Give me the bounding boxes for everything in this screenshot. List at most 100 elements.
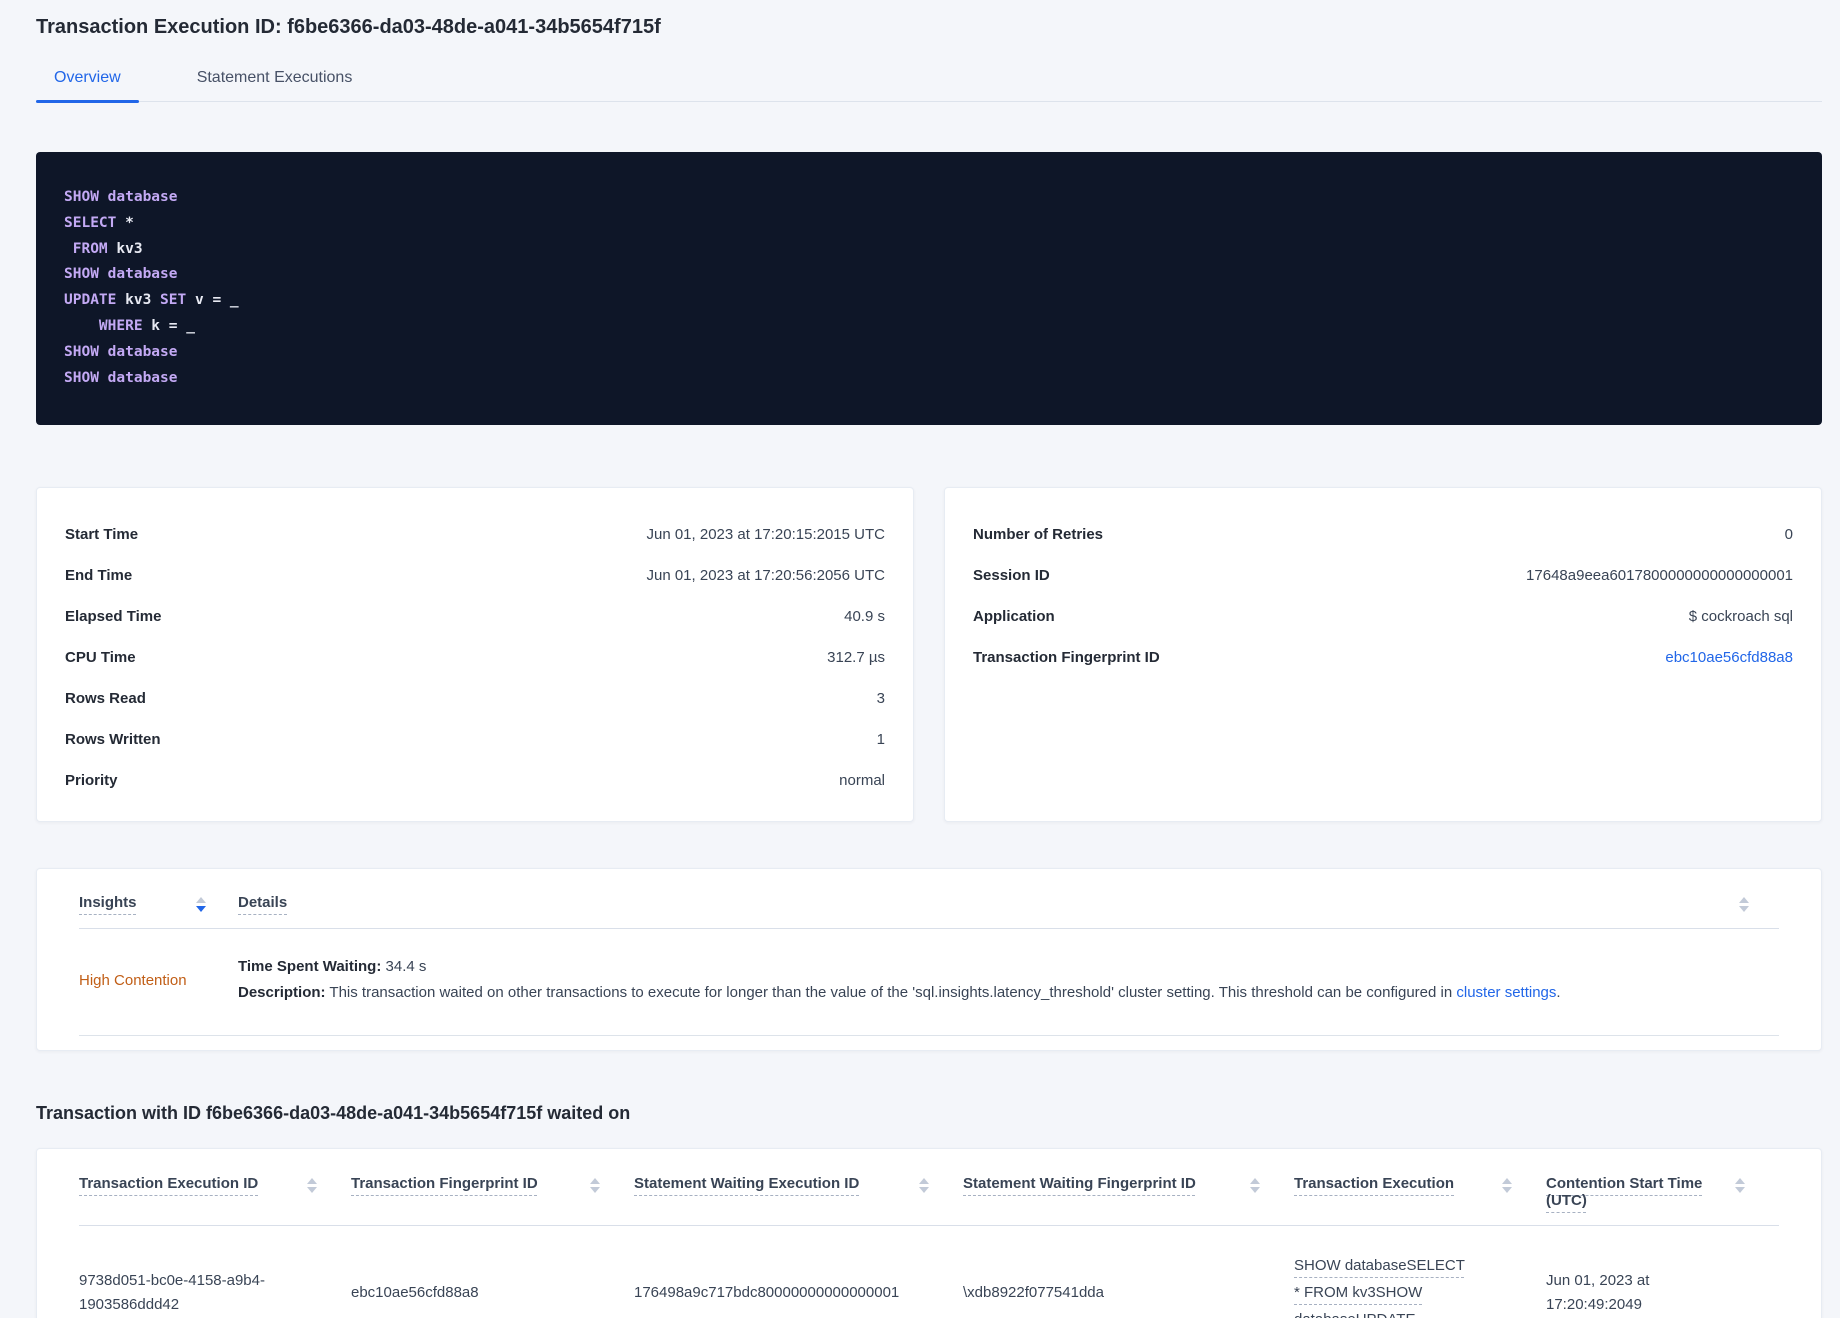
sort-icon[interactable] [1739,894,1749,913]
txn-fingerprint-id-column-label[interactable]: Transaction Fingerprint ID [351,1175,538,1192]
insights-table: Insights Details High Contention Time Sp… [36,868,1822,1052]
insight-type-badge: High Contention [79,971,187,989]
summary-row-session-id: Session ID 17648a9eea6017800000000000000… [973,564,1793,588]
stmt-waiting-fingerprint-id-column-label[interactable]: Statement Waiting Fingerprint ID [963,1175,1196,1192]
insight-row: High Contention Time Spent Waiting: 34.4… [79,929,1779,1037]
cell-stmt-waiting-fingerprint-id: \xdb8922f077541dda [963,1281,1294,1305]
sql-line: WHERE k = _ [64,314,1794,340]
sql-text: kv3 [116,292,161,309]
transaction-details-page: Transaction Execution ID: f6be6366-da03-… [0,0,1840,1318]
stmt-waiting-fingerprint-id-value: \xdb8922f077541dda [963,1283,1104,1301]
start-time-value: Jun 01, 2023 at 17:20:15:2015 UTC [646,526,885,544]
txn-fingerprint-label: Transaction Fingerprint ID [973,649,1160,667]
sort-icon[interactable] [1502,1175,1512,1194]
retries-label: Number of Retries [973,526,1104,544]
column-header-stmt-waiting-fingerprint-id: Statement Waiting Fingerprint ID [963,1175,1294,1194]
sql-line: FROM kv3 [64,237,1794,263]
stmt-waiting-execution-id-column-label[interactable]: Statement Waiting Execution ID [634,1175,859,1192]
cell-txn-execution-id: 9738d051-bc0e-4158-a9b4-1903586ddd42 [79,1269,351,1317]
sql-keyword: SHOW database [64,369,178,386]
column-header-txn-execution-id: Transaction Execution ID [79,1175,351,1194]
sort-icon[interactable] [1250,1175,1260,1194]
application-value: $ cockroach sql [1688,608,1793,626]
priority-value: normal [839,772,885,790]
sql-text: * [116,214,134,231]
waiting-label: Time Spent Waiting: [238,958,382,976]
contention-start-time-column-label[interactable]: Contention Start Time (UTC) [1546,1175,1735,1209]
insights-table-header: Insights Details [79,869,1779,930]
txn-execution-statement-link[interactable]: SHOW databaseSELECT * FROM kv3SHOW datab… [1294,1252,1466,1318]
sort-icon[interactable] [307,1175,317,1194]
sort-icon[interactable] [590,1175,600,1194]
session-id-label: Session ID [973,567,1050,585]
summary-row-start-time: Start Time Jun 01, 2023 at 17:20:15:2015… [65,523,885,547]
sort-icon[interactable] [919,1175,929,1194]
summary-row-cpu-time: CPU Time 312.7 µs [65,646,885,670]
sql-line: SHOW database [64,340,1794,366]
summary-row-rows-written: Rows Written 1 [65,728,885,752]
summary-row-rows-read: Rows Read 3 [65,687,885,711]
summary-row-priority: Priority normal [65,769,885,793]
summary-row-retries: Number of Retries 0 [973,523,1793,547]
sql-text: k = _ [142,317,195,334]
waited-on-heading: Transaction with ID f6be6366-da03-48de-a… [36,1103,631,1124]
tab-statement-executions[interactable]: Statement Executions [179,69,371,101]
rows-read-value: 3 [876,690,885,708]
description-label: Description: [238,984,326,1002]
details-column-label[interactable]: Details [238,894,287,911]
sql-line: SHOW database [64,262,1794,288]
rows-written-value: 1 [876,731,885,749]
txn-execution-id-column-label[interactable]: Transaction Execution ID [79,1175,258,1192]
end-time-label: End Time [65,567,133,585]
timing-summary-card: Start Time Jun 01, 2023 at 17:20:15:2015… [36,487,914,823]
column-header-stmt-waiting-execution-id: Statement Waiting Execution ID [634,1175,963,1194]
insights-column-label[interactable]: Insights [79,894,137,912]
txn-fingerprint-link[interactable]: ebc10ae56cfd88a8 [1665,646,1793,670]
sql-keyword: SHOW database [64,343,178,360]
summary-row-application: Application $ cockroach sql [973,605,1793,629]
page-title: Transaction Execution ID: f6be6366-da03-… [36,16,661,38]
sql-keyword: FROM [72,240,108,257]
sql-keyword: SHOW database [64,189,178,205]
summary-row-elapsed-time: Elapsed Time 40.9 s [65,605,885,629]
column-header-txn-fingerprint-id: Transaction Fingerprint ID [351,1175,634,1194]
sql-line: SHOW database [64,366,1794,392]
cell-stmt-waiting-execution-id: 176498a9c717bdc80000000000000001 [634,1281,963,1305]
sql-keyword: SHOW database [64,266,178,283]
insight-details: Time Spent Waiting: 34.4 s Description: … [238,954,1779,1006]
sql-line: SELECT * [64,211,1794,237]
description-text: This transaction waited on other transac… [329,984,1457,1002]
insights-column-header: Insights [79,894,238,913]
waited-on-table: Transaction Execution ID Transaction Fin… [36,1148,1822,1318]
elapsed-time-value: 40.9 s [844,608,885,626]
sql-keyword: SET [160,292,187,309]
tab-overview[interactable]: Overview [36,69,139,103]
start-time-label: Start Time [65,526,139,544]
sql-keyword: SELECT [64,214,117,231]
sql-line: SHOW database [64,185,1794,211]
session-summary-card: Number of Retries 0 Session ID 17648a9ee… [944,487,1822,823]
summary-row-txn-fingerprint: Transaction Fingerprint ID ebc10ae56cfd8… [973,646,1793,670]
txn-execution-id-value: 9738d051-bc0e-4158-a9b4-1903586ddd42 [79,1271,265,1313]
priority-label: Priority [65,772,118,790]
insight-waiting-line: Time Spent Waiting: 34.4 s [238,954,1779,980]
sql-keyword: WHERE [98,317,143,334]
sql-keyword: UPDATE [64,292,117,309]
column-header-txn-execution: Transaction Execution [1294,1175,1546,1194]
waited-on-table-header: Transaction Execution ID Transaction Fin… [79,1149,1779,1227]
elapsed-time-label: Elapsed Time [65,608,162,626]
insight-description-line: Description: This transaction waited on … [238,980,1779,1006]
retries-value: 0 [1784,526,1793,544]
sort-icon[interactable] [196,894,206,913]
txn-execution-column-label[interactable]: Transaction Execution [1294,1175,1454,1192]
cell-txn-execution: SHOW databaseSELECT * FROM kv3SHOW datab… [1294,1252,1546,1318]
cpu-time-label: CPU Time [65,649,136,667]
end-time-value: Jun 01, 2023 at 17:20:56:2056 UTC [646,567,885,585]
sort-icon[interactable] [1735,1175,1745,1194]
session-id-value: 17648a9eea6017800000000000000001 [1526,567,1793,585]
rows-written-label: Rows Written [65,731,161,749]
cluster-settings-link[interactable]: cluster settings [1456,984,1556,1001]
waiting-value: 34.4 s [385,958,427,976]
